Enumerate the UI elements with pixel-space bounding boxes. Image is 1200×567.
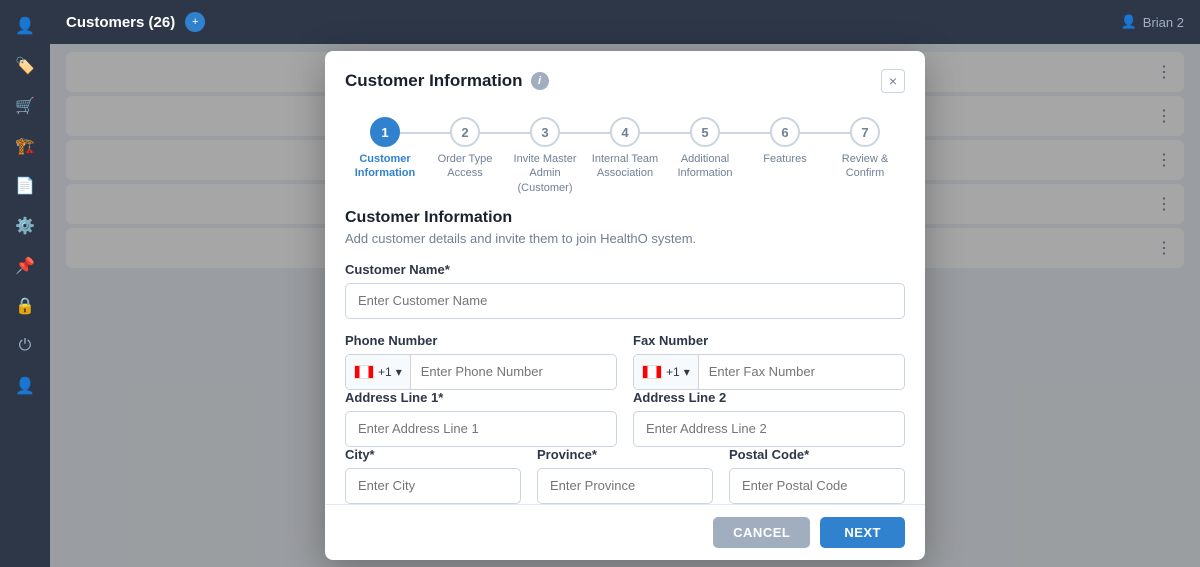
sidebar-item-power[interactable]: ⏻ — [9, 330, 41, 362]
modal-body: Customer Information Add customer detail… — [325, 209, 925, 504]
step-7[interactable]: 7 Review & Confirm — [825, 117, 905, 181]
postal-group: Postal Code* — [729, 447, 905, 504]
province-input[interactable] — [537, 468, 713, 504]
step-circle-3: 3 — [530, 117, 560, 147]
city-input[interactable] — [345, 468, 521, 504]
page-title: Customers (26) — [66, 14, 175, 31]
phone-code: +1 — [378, 365, 392, 379]
address2-input[interactable] — [633, 411, 905, 447]
customer-name-input[interactable] — [345, 283, 905, 319]
step-circle-6: 6 — [770, 117, 800, 147]
sidebar-item-docs[interactable]: 📄 — [9, 170, 41, 202]
cancel-button[interactable]: CANCEL — [713, 517, 810, 548]
section-title: Customer Information — [345, 209, 905, 227]
modal-title: Customer Information i — [345, 71, 549, 91]
fax-code: +1 — [666, 365, 680, 379]
sidebar-item-customers[interactable]: 👤 — [9, 10, 41, 42]
main-content: Customers (26) + 👤 Brian 2 ⋮ ⋮ ⋮ — [50, 0, 1200, 567]
step-label-4: Internal TeamAssociation — [592, 152, 658, 181]
modal-close-button[interactable]: × — [881, 69, 905, 93]
step-4[interactable]: 4 Internal TeamAssociation — [585, 117, 665, 181]
step-label-5: AdditionalInformation — [677, 152, 732, 181]
phone-group: Phone Number +1 ▾ — [345, 333, 617, 390]
step-circle-5: 5 — [690, 117, 720, 147]
sidebar-item-user[interactable]: 👤 — [9, 370, 41, 402]
fax-group: Fax Number +1 ▾ — [633, 333, 905, 390]
modal-header: Customer Information i × — [325, 51, 925, 105]
address1-label: Address Line 1* — [345, 390, 617, 405]
step-circle-1: 1 — [370, 117, 400, 147]
top-bar-user: 👤 Brian 2 — [1121, 14, 1184, 30]
phone-flag-dropdown[interactable]: +1 ▾ — [346, 355, 411, 389]
phone-input[interactable] — [411, 355, 616, 389]
step-6[interactable]: 6 Features — [745, 117, 825, 166]
step-label-1: CustomerInformation — [355, 152, 416, 181]
province-label: Province* — [537, 447, 713, 462]
city-province-postal-row: City* Province* Postal Code* — [345, 447, 905, 504]
postal-label: Postal Code* — [729, 447, 905, 462]
step-circle-7: 7 — [850, 117, 880, 147]
section-desc: Add customer details and invite them to … — [345, 231, 905, 246]
address1-input[interactable] — [345, 411, 617, 447]
step-label-6: Features — [763, 152, 806, 166]
phone-input-group: +1 ▾ — [345, 354, 617, 390]
step-label-2: Order Type Access — [425, 152, 505, 181]
fax-flag-dropdown[interactable]: +1 ▾ — [634, 355, 699, 389]
top-bar-left: Customers (26) + — [66, 12, 205, 32]
phone-dropdown-icon: ▾ — [396, 365, 402, 379]
sidebar: 👤 🏷️ 🛒 🏗️ 📄 ⚙️ 📌 🔒 ⏻ 👤 — [0, 0, 50, 567]
fax-input-group: +1 ▾ — [633, 354, 905, 390]
address1-group: Address Line 1* — [345, 390, 617, 447]
address2-label: Address Line 2 — [633, 390, 905, 405]
province-group: Province* — [537, 447, 713, 504]
sidebar-item-pin[interactable]: 📌 — [9, 250, 41, 282]
canada-flag-fax-icon — [642, 365, 662, 379]
customer-name-group: Customer Name* — [345, 262, 905, 319]
step-circle-2: 2 — [450, 117, 480, 147]
step-2[interactable]: 2 Order Type Access — [425, 117, 505, 181]
city-label: City* — [345, 447, 521, 462]
customer-name-label: Customer Name* — [345, 262, 905, 277]
canada-flag-icon — [354, 365, 374, 379]
address-row: Address Line 1* Address Line 2 — [345, 390, 905, 447]
modal-footer: CANCEL NEXT — [325, 504, 925, 560]
next-button[interactable]: NEXT — [820, 517, 905, 548]
step-3[interactable]: 3 Invite MasterAdmin (Customer) — [505, 117, 585, 195]
address2-group: Address Line 2 — [633, 390, 905, 447]
step-label-3: Invite MasterAdmin (Customer) — [505, 152, 585, 195]
step-label-7: Review & Confirm — [825, 152, 905, 181]
step-5[interactable]: 5 AdditionalInformation — [665, 117, 745, 181]
postal-input[interactable] — [729, 468, 905, 504]
step-circle-4: 4 — [610, 117, 640, 147]
sidebar-item-build[interactable]: 🏗️ — [9, 130, 41, 162]
phone-fax-row: Phone Number +1 ▾ — [345, 333, 905, 390]
fax-dropdown-icon: ▾ — [684, 365, 690, 379]
step-wizard: 1 CustomerInformation 2 Order Type Acces… — [325, 105, 925, 209]
city-group: City* — [345, 447, 521, 504]
customer-information-modal: Customer Information i × 1 — [325, 51, 925, 560]
phone-label: Phone Number — [345, 333, 617, 348]
modal-overlay: Customer Information i × 1 — [50, 44, 1200, 567]
user-icon: 👤 — [1121, 14, 1137, 30]
top-bar: Customers (26) + 👤 Brian 2 — [50, 0, 1200, 44]
content-area: ⋮ ⋮ ⋮ ⋮ ⋮ — [50, 44, 1200, 567]
step-1[interactable]: 1 CustomerInformation — [345, 117, 425, 181]
sidebar-item-tags[interactable]: 🏷️ — [9, 50, 41, 82]
sidebar-item-lock[interactable]: 🔒 — [9, 290, 41, 322]
add-badge[interactable]: + — [185, 12, 205, 32]
fax-label: Fax Number — [633, 333, 905, 348]
sidebar-item-cart[interactable]: 🛒 — [9, 90, 41, 122]
sidebar-item-settings[interactable]: ⚙️ — [9, 210, 41, 242]
fax-input[interactable] — [699, 355, 904, 389]
info-icon: i — [531, 72, 549, 90]
